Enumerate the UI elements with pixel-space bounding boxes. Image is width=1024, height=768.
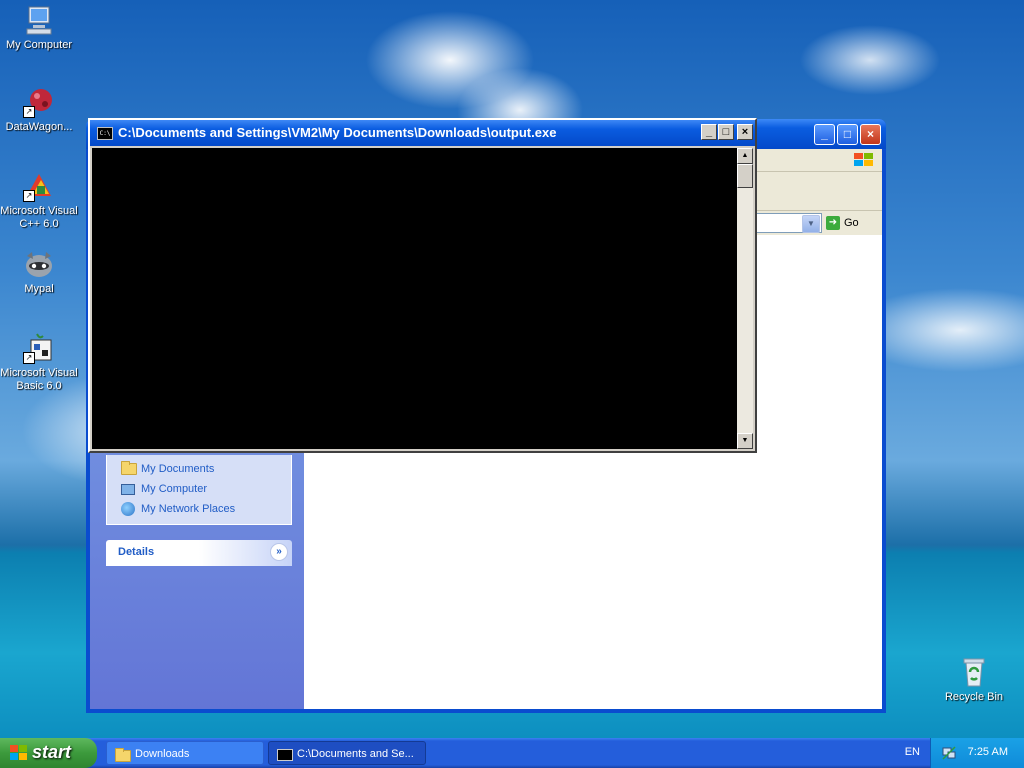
other-place-my-computer[interactable]: My Computer	[107, 479, 291, 499]
details-header[interactable]: Details »	[106, 540, 292, 566]
console-titlebar[interactable]: C:\ C:\Documents and Settings\VM2\My Doc…	[90, 120, 755, 146]
console-close-button[interactable]: ×	[737, 124, 753, 140]
desktop-icon-my-computer[interactable]: My Computer	[0, 4, 78, 52]
shortcut-arrow-icon: ↗	[23, 190, 35, 202]
datawagon-icon: ↗	[23, 86, 55, 118]
start-button[interactable]: start	[0, 738, 97, 768]
computer-icon	[121, 482, 137, 496]
address-dropdown-button[interactable]: ▼	[802, 215, 820, 233]
explorer-maximize-button[interactable]: □	[837, 124, 858, 145]
desktop-icon-datawagon[interactable]: ↗ DataWagon...	[0, 86, 78, 134]
mypal-raccoon-icon	[23, 248, 55, 280]
scroll-down-button[interactable]: ▼	[737, 433, 753, 449]
system-tray: 7:25 AM	[930, 738, 1024, 768]
details-label: Details	[118, 546, 155, 558]
visual-basic-icon: ↗	[23, 332, 55, 364]
console-maximize-button[interactable]: □	[718, 124, 734, 140]
console-app-icon: C:\	[97, 127, 113, 140]
shortcut-arrow-icon: ↗	[23, 106, 35, 118]
windows-logo-icon	[854, 153, 874, 167]
desktop-icon-label: Mypal	[24, 283, 54, 295]
explorer-close-button[interactable]: ×	[860, 124, 881, 145]
folder-icon	[115, 747, 131, 762]
console-vertical-scrollbar[interactable]: ▲ ▼	[737, 148, 753, 449]
console-minimize-button[interactable]: _	[701, 124, 717, 140]
language-indicator[interactable]: EN	[905, 746, 920, 758]
clock[interactable]: 7:25 AM	[968, 746, 1008, 758]
windows-flag-icon	[10, 745, 28, 761]
chevron-down-icon[interactable]: »	[270, 543, 288, 561]
desktop-icon-visual-basic[interactable]: ↗ Microsoft Visual Basic 6.0	[0, 332, 78, 393]
other-place-my-documents[interactable]: My Documents	[107, 459, 291, 479]
console-output-area[interactable]	[92, 148, 737, 449]
explorer-minimize-button[interactable]: _	[814, 124, 835, 145]
desktop-icon-label: Microsoft Visual Basic 6.0	[0, 367, 78, 392]
desktop-icon-visual-cpp[interactable]: ↗ Microsoft Visual C++ 6.0	[0, 170, 78, 231]
console-window: C:\ C:\Documents and Settings\VM2\My Doc…	[88, 118, 757, 453]
taskbar-item-console[interactable]: C:\Documents and Se...	[268, 741, 426, 765]
go-button[interactable]: ➜ Go	[826, 214, 868, 232]
desktop-icon-label: My Computer	[5, 39, 73, 51]
desktop-icon-mypal[interactable]: Mypal	[0, 248, 78, 296]
go-label: Go	[844, 217, 859, 229]
start-label: start	[32, 742, 72, 762]
other-places-box: My Documents My Computer My Network Plac…	[106, 455, 292, 525]
visual-cpp-icon: ↗	[23, 170, 55, 202]
network-tray-icon[interactable]	[941, 745, 957, 761]
desktop-icon-label: Recycle Bin	[944, 691, 1004, 703]
folder-icon	[121, 461, 137, 476]
network-places-icon	[121, 502, 137, 516]
other-place-my-network-places[interactable]: My Network Places	[107, 499, 291, 519]
scroll-thumb[interactable]	[737, 164, 753, 188]
desktop-icon-label: DataWagon...	[5, 121, 73, 133]
shortcut-arrow-icon: ↗	[23, 352, 35, 364]
my-computer-icon	[23, 4, 55, 36]
taskbar-item-downloads[interactable]: Downloads	[106, 741, 264, 765]
go-arrow-icon: ➜	[826, 216, 840, 231]
taskbar: start Downloads C:\Documents and Se... E…	[0, 738, 1024, 768]
scroll-up-button[interactable]: ▲	[737, 148, 753, 164]
console-title: C:\Documents and Settings\VM2\My Documen…	[118, 125, 557, 140]
desktop-icon-recycle-bin[interactable]: Recycle Bin	[935, 656, 1013, 704]
console-icon	[277, 749, 293, 761]
desktop-icon-label: Microsoft Visual C++ 6.0	[0, 205, 78, 230]
recycle-bin-icon	[958, 656, 990, 688]
